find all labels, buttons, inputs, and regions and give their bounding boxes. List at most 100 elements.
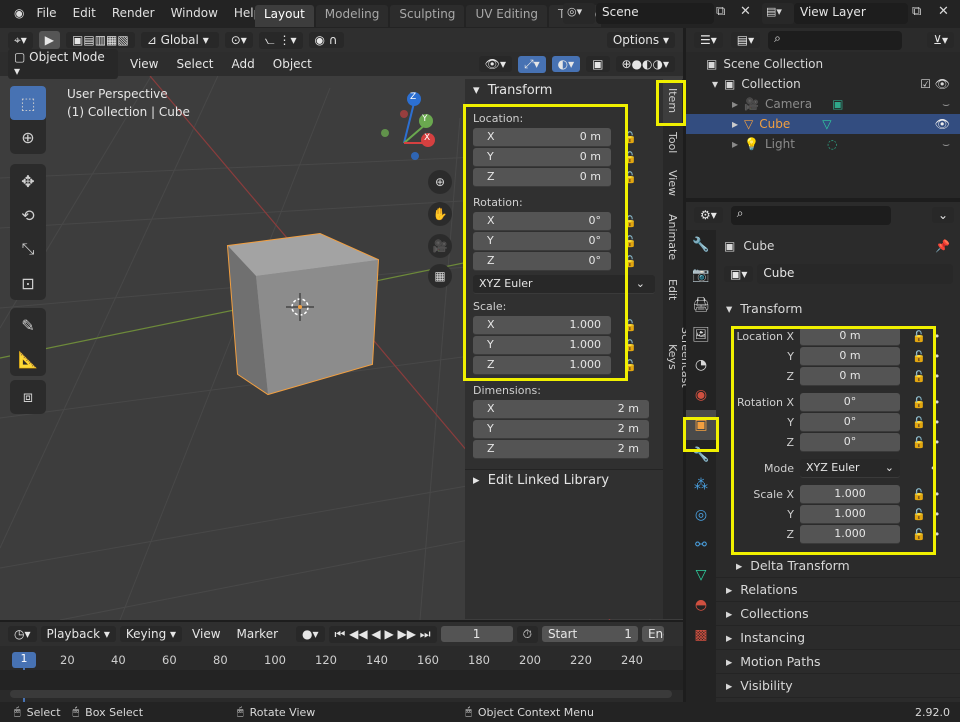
- scene-name-field[interactable]: Scene: [596, 3, 714, 24]
- playback-controls-icon[interactable]: ⏮ ◀◀ ◀ ▶ ▶▶ ⏭: [328, 625, 437, 643]
- timeline-menu-view[interactable]: View: [186, 625, 226, 643]
- transform-section-header[interactable]: ▾ Transform: [716, 296, 960, 320]
- end-frame-field[interactable]: End: [641, 626, 664, 642]
- keying-dropdown[interactable]: Keying ▾: [119, 626, 183, 642]
- cursor-icon[interactable]: ⊕: [10, 120, 46, 154]
- scale-icon[interactable]: ⤡: [10, 232, 46, 266]
- hide-toggle-icon[interactable]: ⌣: [942, 97, 950, 112]
- chevron-down-icon[interactable]: ⌄: [931, 207, 954, 223]
- world-icon[interactable]: ◉: [686, 380, 716, 410]
- record-icon[interactable]: ●▾: [296, 626, 325, 642]
- tab-edit[interactable]: Edit: [663, 271, 682, 309]
- editor-type-clock-icon[interactable]: ◷▾: [8, 626, 37, 642]
- menu-edit[interactable]: Edit: [65, 4, 104, 22]
- menu-file[interactable]: File: [28, 4, 64, 22]
- delete-view-layer-icon[interactable]: ✕: [938, 4, 949, 19]
- checkbox-icon[interactable]: ☑ 👁: [920, 77, 950, 91]
- shading-icons[interactable]: ⊕●◐◑▾: [615, 56, 675, 72]
- navigation-gizmo[interactable]: Z Y X: [378, 90, 442, 166]
- mode-dropdown[interactable]: ▢ Object Mode ▾: [8, 49, 118, 79]
- motion-paths-section[interactable]: ▸ Motion Paths: [716, 650, 960, 674]
- properties-type-icon[interactable]: ⚙▾: [694, 207, 723, 223]
- new-scene-icon[interactable]: ⧉: [716, 4, 725, 19]
- timeline-scrollbar[interactable]: [10, 690, 672, 698]
- blender-logo-icon[interactable]: ◉: [10, 4, 28, 22]
- menu-add[interactable]: Add: [226, 55, 261, 73]
- outliner-item-cube[interactable]: ▸ ▽ Cube ▽ 👁: [686, 114, 960, 134]
- delta-transform-section[interactable]: ▸ Delta Transform: [716, 554, 960, 578]
- xray-icon[interactable]: ▣: [586, 56, 610, 72]
- scene-icon[interactable]: ◎▾: [563, 3, 595, 24]
- new-view-layer-icon[interactable]: ⧉: [912, 4, 921, 19]
- instancing-section[interactable]: ▸ Instancing: [716, 626, 960, 650]
- object-datablock-icon[interactable]: ▣▾: [724, 266, 754, 282]
- tab-tool[interactable]: Tool: [663, 123, 682, 163]
- outliner-collection[interactable]: ▾ ▣ Collection ☑ 👁: [686, 74, 960, 94]
- gizmo-icon[interactable]: ⤢▾: [518, 55, 546, 73]
- select-box-icon[interactable]: ⬚: [10, 86, 46, 120]
- transform-orientation-dropdown[interactable]: ⊿ Global ▾: [140, 32, 219, 48]
- texture-icon[interactable]: ▩: [686, 620, 716, 650]
- camera-view-icon[interactable]: 🎥: [428, 234, 452, 258]
- snap-icon[interactable]: ⦦ ⋮▾: [258, 31, 303, 49]
- measure-icon[interactable]: 📐: [10, 342, 46, 376]
- tab-view[interactable]: View: [663, 163, 682, 203]
- current-frame-field[interactable]: 1: [440, 626, 513, 642]
- select-mode-icons[interactable]: ▣▤▥▦▧: [66, 32, 135, 48]
- view-layer-icon[interactable]: ▤▾: [762, 3, 794, 24]
- playhead-frame-badge[interactable]: 1: [12, 652, 36, 668]
- outliner-item-camera[interactable]: ▸ 🎥 Camera ▣ ⌣: [686, 94, 960, 114]
- outliner-scene-collection[interactable]: ▣ Scene Collection: [686, 54, 960, 74]
- annotate-icon[interactable]: ✎: [10, 308, 46, 342]
- pivot-point-icon[interactable]: ⊙▾: [224, 32, 253, 48]
- outliner-item-light[interactable]: ▸ 💡 Light ◌ ⌣: [686, 134, 960, 154]
- menu-render[interactable]: Render: [104, 4, 163, 22]
- perspective-toggle-icon[interactable]: ▦: [428, 264, 452, 288]
- start-frame-field[interactable]: Start 1: [541, 626, 638, 642]
- relations-section[interactable]: ▸ Relations: [716, 578, 960, 602]
- render-icon[interactable]: 📷: [686, 260, 716, 290]
- tab-animate[interactable]: Animate: [663, 203, 682, 271]
- properties-search-input[interactable]: ⌕: [730, 205, 891, 225]
- overlay-icon[interactable]: ◐▾: [551, 56, 581, 72]
- tab-sculpting[interactable]: Sculpting: [390, 5, 465, 27]
- tab-modeling[interactable]: Modeling: [315, 5, 389, 27]
- menu-select[interactable]: Select: [170, 55, 219, 73]
- proportional-edit-icon[interactable]: ◉ ∩: [308, 32, 344, 48]
- dimensions-z-field[interactable]: Z2 m: [473, 439, 649, 459]
- outliner-type-icon[interactable]: ☰▾: [694, 32, 723, 48]
- delete-scene-icon[interactable]: ✕: [740, 4, 751, 19]
- eye-icon[interactable]: 👁: [935, 117, 950, 131]
- playback-dropdown[interactable]: Playback ▾: [40, 626, 116, 642]
- tab-layout[interactable]: Layout: [255, 5, 314, 27]
- object-name-field[interactable]: Cube: [757, 264, 954, 284]
- tab-uv-editing[interactable]: UV Editing: [466, 5, 548, 27]
- filter-icon[interactable]: ⊻▾: [927, 32, 954, 48]
- pan-hand-icon[interactable]: ✋: [428, 202, 452, 226]
- edit-linked-library-header[interactable]: ▸ Edit Linked Library: [465, 469, 663, 491]
- hide-toggle-icon[interactable]: ⌣: [942, 137, 950, 152]
- scene-tab-icon[interactable]: ◔: [686, 350, 716, 380]
- particles-icon[interactable]: ⁂: [686, 470, 716, 500]
- dimensions-x-field[interactable]: X2 m: [473, 399, 649, 419]
- menu-view[interactable]: View: [124, 55, 164, 73]
- transform-header[interactable]: ▾ Transform: [465, 79, 663, 101]
- timeline-menu-marker[interactable]: Marker: [231, 625, 284, 643]
- collections-section[interactable]: ▸ Collections: [716, 602, 960, 626]
- view-layer-field[interactable]: View Layer: [794, 3, 908, 24]
- constraints-icon[interactable]: ⚯: [686, 530, 716, 560]
- menu-object[interactable]: Object: [267, 55, 318, 73]
- outliner-search-input[interactable]: ⌕: [768, 30, 903, 50]
- menu-window[interactable]: Window: [163, 4, 226, 22]
- physics-icon[interactable]: ◎: [686, 500, 716, 530]
- editor-type-icon[interactable]: ⌖▾: [8, 31, 33, 49]
- transform-icon[interactable]: ⊡: [10, 266, 46, 300]
- dimensions-y-field[interactable]: Y2 m: [473, 419, 649, 439]
- display-mode-icon[interactable]: ▤▾: [730, 32, 761, 48]
- mesh-data-tab-icon[interactable]: ▽: [686, 560, 716, 590]
- pin-icon[interactable]: 📌: [935, 239, 950, 253]
- zoom-icon[interactable]: ⊕: [428, 170, 452, 194]
- material-icon[interactable]: ◓: [686, 590, 716, 620]
- visibility-section[interactable]: ▸ Visibility: [716, 674, 960, 698]
- visibility-icon[interactable]: 👁▾: [478, 56, 513, 72]
